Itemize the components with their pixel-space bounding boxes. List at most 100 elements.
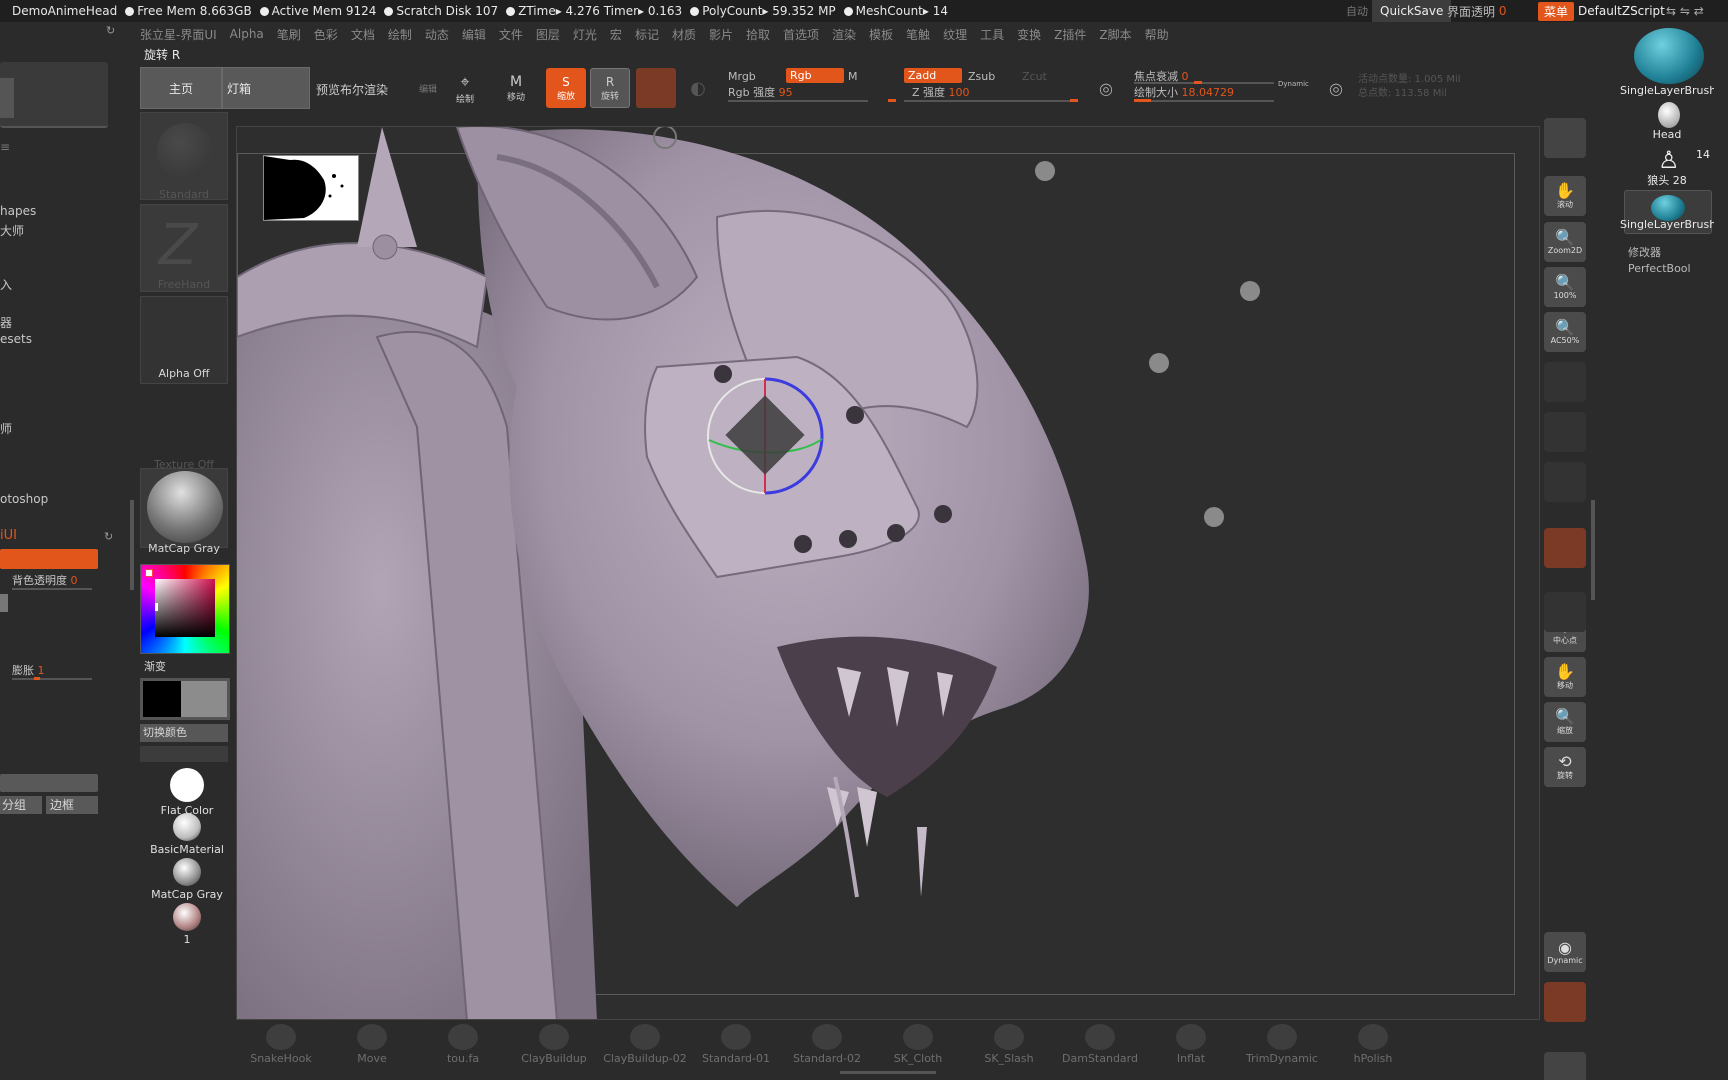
brush-shelf-item[interactable]: ClayBuildup	[509, 1024, 599, 1065]
z-intensity-label[interactable]: Z 强度 100	[912, 84, 970, 100]
material-sphere-icon[interactable]	[173, 813, 201, 841]
switch-color-button[interactable]: 切换颜色	[140, 724, 228, 742]
dynamic-label[interactable]: Dynamic	[1278, 80, 1309, 88]
menu-item[interactable]: 渲染	[832, 26, 856, 43]
master-item[interactable]: 大师	[0, 222, 24, 239]
left-scrollbar[interactable]	[130, 500, 134, 590]
menu-item[interactable]: 宏	[610, 26, 622, 43]
interface-transparency-slider[interactable]: 界面透明 0	[1447, 0, 1506, 22]
quicksave-button[interactable]: QuickSave	[1372, 0, 1452, 22]
group-button[interactable]: 分组	[0, 796, 42, 814]
tab-home[interactable]: 主页	[140, 67, 222, 109]
tab-lightbox[interactable]: 灯箱	[222, 67, 310, 109]
right-tool-button[interactable]: 🔍 100%	[1544, 267, 1586, 307]
brush-shelf-item[interactable]: tou.fa	[418, 1024, 508, 1065]
brush-shelf-item[interactable]: SK_Cloth	[873, 1024, 963, 1065]
z-intensity-slider[interactable]	[904, 100, 1076, 102]
left-wide-button[interactable]	[0, 774, 98, 792]
draw-button[interactable]: ⌖ 绘制	[445, 68, 485, 108]
right-tool-button[interactable]: 🔍 Zoom2D	[1544, 222, 1586, 262]
menu-item[interactable]: 拾取	[746, 26, 770, 43]
menu-item[interactable]: 图层	[536, 26, 560, 43]
color-field[interactable]	[155, 579, 215, 637]
menu-item[interactable]: 文件	[499, 26, 523, 43]
brush-settings-icon[interactable]: ◎	[1316, 68, 1356, 108]
menu-item[interactable]: 工具	[980, 26, 1004, 43]
brush-thumbnail[interactable]	[140, 112, 228, 200]
right-scrollbar[interactable]	[1591, 500, 1595, 600]
refresh-icon[interactable]: ↻	[104, 530, 113, 543]
navigation-gizmo-icon[interactable]	[653, 127, 677, 149]
menu-item[interactable]: 编辑	[462, 26, 486, 43]
right-tool-button[interactable]: 🔍 缩放	[1544, 702, 1586, 742]
menu-item[interactable]: 张立星-界面UI	[140, 26, 217, 43]
material-sphere-icon[interactable]	[173, 903, 201, 931]
right-tool-button[interactable]: ✋ 移动	[1544, 657, 1586, 697]
right-tool-button[interactable]	[1544, 592, 1586, 632]
scale-button[interactable]: S 缩放	[546, 68, 586, 108]
color-picker[interactable]	[140, 564, 230, 654]
canvas-viewport[interactable]: ▲	[236, 126, 1540, 1020]
right-tool-button[interactable]	[1544, 462, 1586, 502]
photoshop-item[interactable]: otoshop	[0, 492, 48, 506]
brush-shelf-item[interactable]: ClayBuildup-02	[600, 1024, 690, 1065]
brush-shelf-item[interactable]: Inflat	[1146, 1024, 1236, 1065]
brush-shelf-item[interactable]: Move	[327, 1024, 417, 1065]
menu-item[interactable]: 文档	[351, 26, 375, 43]
brush-shelf-item[interactable]: hPolish	[1328, 1024, 1418, 1065]
m-button[interactable]: M	[848, 70, 858, 83]
draw-size-slider[interactable]	[1134, 100, 1274, 102]
bpr-preview-button[interactable]	[1544, 118, 1586, 158]
secondary-color-swatch[interactable]	[181, 681, 227, 717]
material-thumbnail[interactable]	[140, 468, 228, 548]
master2-item[interactable]: 师	[0, 420, 12, 437]
draw-size-label[interactable]: 绘制大小 18.04729	[1134, 84, 1234, 100]
menu-item[interactable]: 首选项	[783, 26, 819, 43]
color-swatches[interactable]	[140, 678, 230, 720]
right-tool-button[interactable]	[1544, 528, 1586, 568]
bg-transparency-slider[interactable]: 背色透明度 0	[12, 572, 78, 588]
layout-icons[interactable]: ⇆ ⇋ ⇄	[1666, 0, 1704, 22]
rgb-intensity-label[interactable]: Rgb 强度 95	[728, 84, 793, 100]
mrgb-button[interactable]: Mrgb	[728, 70, 756, 83]
menu-item[interactable]: 纹理	[943, 26, 967, 43]
material-sphere-icon[interactable]	[170, 768, 204, 802]
right-tool-button[interactable]: ⟲ 旋转	[1544, 747, 1586, 787]
edit-button[interactable]: 编辑	[408, 68, 448, 108]
brush-shelf-item[interactable]: SK_Slash	[964, 1024, 1054, 1065]
figure-thumbnail-icon[interactable]: ♙	[1658, 146, 1680, 174]
menu-item[interactable]: 模板	[869, 26, 893, 43]
shelf-scrollbar[interactable]	[840, 1071, 936, 1074]
script-name[interactable]: DefaultZScript	[1578, 0, 1665, 22]
zadd-button[interactable]: Zadd	[904, 68, 962, 83]
menu-item[interactable]: 绘制	[388, 26, 412, 43]
device-item[interactable]: 器	[0, 314, 12, 331]
menu-item[interactable]: 笔触	[906, 26, 930, 43]
focal-shift-icon[interactable]: ◎	[1086, 68, 1126, 108]
color-swatch[interactable]	[636, 68, 676, 108]
menu-item[interactable]: 影片	[709, 26, 733, 43]
brush-shelf-item[interactable]: Standard-01	[691, 1024, 781, 1065]
menu-item[interactable]: 标记	[635, 26, 659, 43]
rgb-button[interactable]: Rgb	[786, 68, 844, 83]
menu-toggle-button[interactable]: 菜单	[1538, 0, 1575, 22]
brush-shelf-item[interactable]: SnakeHook	[236, 1024, 326, 1065]
right-tool-button[interactable]	[1544, 982, 1586, 1022]
shapes-item[interactable]: hapes	[0, 204, 36, 218]
material-sphere-icon[interactable]	[173, 858, 201, 886]
right-tool-button[interactable]: 🔍 AC50%	[1544, 312, 1586, 352]
brush-shelf-item[interactable]: DamStandard	[1055, 1024, 1145, 1065]
right-tool-button[interactable]: ✋ 滚动	[1544, 176, 1586, 216]
gizmo-icon[interactable]: ◐	[678, 68, 718, 108]
brush-shelf-item[interactable]: Standard-02	[782, 1024, 872, 1065]
import-item[interactable]: 入	[0, 276, 12, 293]
main-color-swatch[interactable]	[143, 681, 181, 717]
move-button[interactable]: M 移动	[496, 68, 536, 108]
frame-button[interactable]: 边框	[46, 796, 98, 814]
menu-item[interactable]: Alpha	[230, 27, 264, 41]
menu-item[interactable]: 笔刷	[277, 26, 301, 43]
menu-item[interactable]: 材质	[672, 26, 696, 43]
zcut-button[interactable]: Zcut	[1022, 70, 1047, 83]
rgb-intensity-slider[interactable]	[728, 100, 868, 102]
right-tool-button[interactable]	[1544, 362, 1586, 402]
